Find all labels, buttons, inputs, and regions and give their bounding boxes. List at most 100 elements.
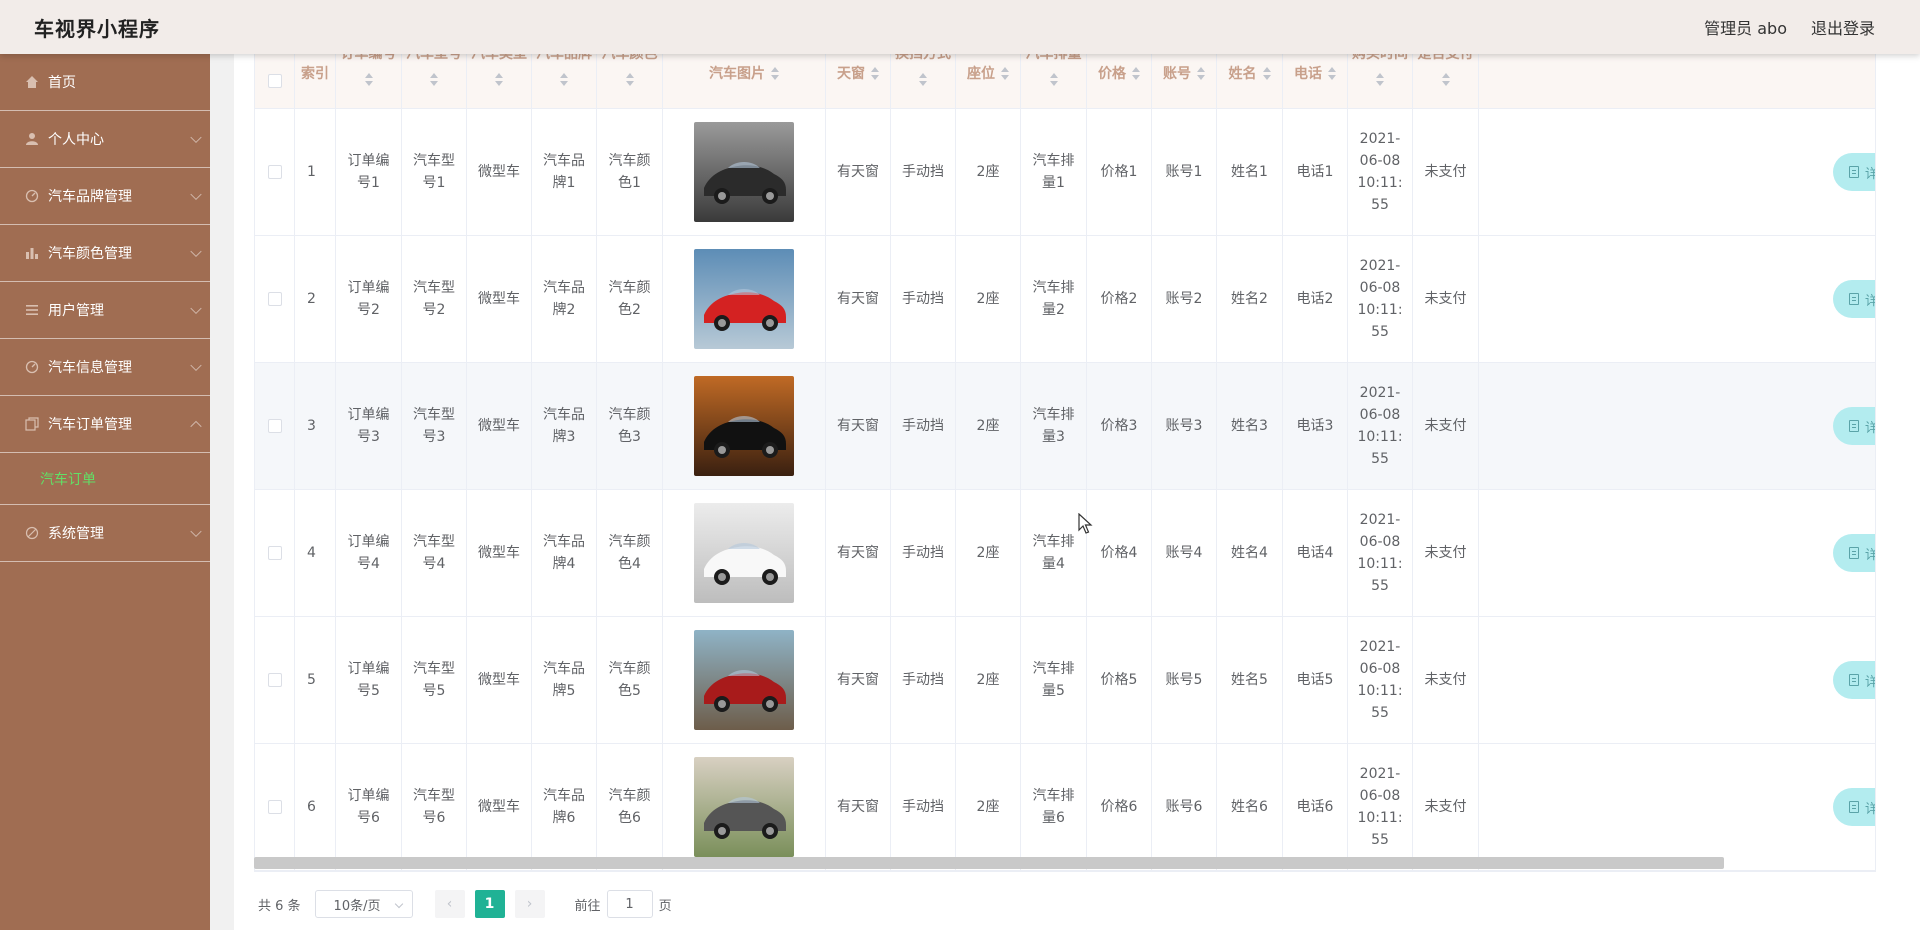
sidebar-item-7[interactable]: 系统管理 bbox=[0, 505, 210, 562]
sort-caret-icon[interactable] bbox=[1441, 73, 1450, 87]
table-cell: 4 bbox=[295, 490, 336, 616]
cell-text-sunroof: 有天窗 bbox=[837, 164, 879, 180]
sort-caret-icon[interactable] bbox=[1262, 67, 1271, 81]
row-checkbox[interactable] bbox=[267, 673, 282, 687]
column-header[interactable]: 汽车型号 bbox=[402, 54, 467, 108]
column-header-text: 价格 bbox=[1098, 66, 1126, 82]
next-page-button[interactable]: › bbox=[514, 890, 545, 918]
sidebar-item-5[interactable]: 汽车信息管理 bbox=[0, 339, 210, 396]
sort-caret-icon[interactable] bbox=[430, 73, 438, 87]
sort-caret-icon[interactable] bbox=[1328, 67, 1336, 81]
column-header[interactable]: 汽车图片 bbox=[663, 54, 826, 108]
document-icon bbox=[1849, 420, 1859, 432]
table-cell: 汽车颜色1 bbox=[597, 109, 663, 235]
cell-text-index: 1 bbox=[307, 164, 316, 180]
column-header[interactable]: 是否支付 bbox=[1413, 54, 1479, 108]
select-all-checkbox[interactable] bbox=[267, 74, 282, 88]
table-cell: 微型车 bbox=[467, 363, 532, 489]
column-header[interactable] bbox=[255, 54, 295, 108]
detail-button[interactable]: 详情 bbox=[1833, 788, 1875, 826]
horizontal-scrollbar[interactable] bbox=[254, 857, 1724, 869]
column-header[interactable]: 天窗 bbox=[826, 54, 891, 108]
table-cell: 电话6 bbox=[1283, 744, 1348, 870]
sidebar-item-0[interactable]: 首页 bbox=[0, 54, 210, 111]
page-number-button[interactable]: 1 bbox=[474, 890, 505, 918]
sidebar-item-label: 首页 bbox=[48, 75, 76, 91]
cell-text-type: 微型车 bbox=[478, 291, 520, 307]
sort-caret-icon[interactable] bbox=[871, 67, 879, 81]
admin-user-label[interactable]: 管理员 abo bbox=[1704, 15, 1787, 39]
row-checkbox[interactable] bbox=[267, 292, 282, 306]
sort-caret-icon[interactable] bbox=[1049, 73, 1058, 87]
detail-button-label: 详情 bbox=[1865, 798, 1875, 817]
table-cell: 汽车品牌1 bbox=[532, 109, 597, 235]
cell-text-paid: 未支付 bbox=[1424, 291, 1467, 307]
table-cell: 汽车型号6 bbox=[402, 744, 467, 870]
logout-link[interactable]: 退出登录 bbox=[1811, 15, 1875, 39]
table-row: 3 订单编号3 汽车型号3 微型车 汽车品牌3 汽车颜色3 有天窗 手动挡 2座 汽车排量3 价格3… bbox=[255, 363, 1875, 490]
column-header[interactable]: 购买时间 bbox=[1348, 54, 1413, 108]
column-header[interactable]: 汽车排量 bbox=[1021, 54, 1087, 108]
sort-caret-icon[interactable] bbox=[625, 73, 634, 87]
goto-page-input[interactable] bbox=[606, 890, 653, 918]
table-cell: 电话1 bbox=[1283, 109, 1348, 235]
cell-text-order_no: 订单编号6 bbox=[347, 788, 390, 826]
sort-caret-icon[interactable] bbox=[1001, 67, 1009, 81]
detail-button[interactable]: 详情 bbox=[1833, 280, 1875, 318]
cell-text-seats: 2座 bbox=[976, 545, 1000, 561]
sort-caret-icon[interactable] bbox=[364, 73, 373, 87]
row-checkbox[interactable] bbox=[267, 419, 282, 433]
table-cell: 未支付 bbox=[1413, 363, 1479, 489]
sidebar-item-4[interactable]: 用户管理 bbox=[0, 282, 210, 339]
page-size-value: 10条/页 bbox=[333, 898, 381, 914]
sidebar-item-1[interactable]: 个人中心 bbox=[0, 111, 210, 168]
column-header[interactable]: 价格 bbox=[1087, 54, 1152, 108]
pagination: 共 6 条 10条/页 ‹ 1 › 前往 页 bbox=[258, 884, 672, 924]
column-header-label: 姓名 bbox=[1217, 67, 1282, 81]
table-cell: 价格5 bbox=[1087, 617, 1152, 743]
cell-text-color: 汽车颜色3 bbox=[608, 407, 651, 445]
sidebar-item-6[interactable]: 汽车订单管理 bbox=[0, 396, 210, 453]
page-size-select[interactable]: 10条/页 bbox=[314, 890, 413, 918]
table-cell: 电话4 bbox=[1283, 490, 1348, 616]
sort-caret-icon[interactable] bbox=[495, 73, 503, 87]
detail-button[interactable]: 详情 bbox=[1833, 153, 1875, 191]
cell-text-model: 汽车型号5 bbox=[413, 661, 455, 699]
column-header[interactable]: 换挡方式 bbox=[891, 54, 956, 108]
column-header[interactable]: 汽车品牌 bbox=[532, 54, 597, 108]
row-checkbox[interactable] bbox=[267, 800, 282, 814]
table-cell: 价格6 bbox=[1087, 744, 1152, 870]
detail-button[interactable]: 详情 bbox=[1833, 534, 1875, 572]
sidebar-item-3[interactable]: 汽车颜色管理 bbox=[0, 225, 210, 282]
row-checkbox[interactable] bbox=[267, 546, 282, 560]
sidebar-item-2[interactable]: 汽车品牌管理 bbox=[0, 168, 210, 225]
prev-page-button[interactable]: ‹ bbox=[434, 890, 465, 918]
table-cell: 汽车颜色5 bbox=[597, 617, 663, 743]
cell-text-account: 账号3 bbox=[1165, 418, 1203, 434]
total-count: 共 6 条 bbox=[258, 898, 301, 914]
cell-text-model: 汽车型号2 bbox=[413, 280, 455, 318]
submenu-item-car-orders[interactable]: 汽车订单 bbox=[0, 453, 210, 505]
cell-text-displacement: 汽车排量5 bbox=[1032, 661, 1075, 699]
sort-caret-icon[interactable] bbox=[1197, 67, 1205, 81]
table-cell: 2座 bbox=[956, 109, 1021, 235]
column-header[interactable]: 汽车颜色 bbox=[597, 54, 663, 108]
column-header[interactable]: 电话 bbox=[1283, 54, 1348, 108]
cell-text-seats: 2座 bbox=[976, 164, 1000, 180]
table-cell: 姓名5 bbox=[1217, 617, 1283, 743]
sort-caret-icon[interactable] bbox=[919, 73, 927, 87]
sort-caret-icon[interactable] bbox=[1132, 67, 1140, 81]
table-cell: 汽车排量4 bbox=[1021, 490, 1087, 616]
sort-caret-icon[interactable] bbox=[1376, 73, 1384, 87]
column-header[interactable]: 汽车类型 bbox=[467, 54, 532, 108]
column-header[interactable]: 姓名 bbox=[1217, 54, 1283, 108]
detail-button[interactable]: 详情 bbox=[1833, 661, 1875, 699]
sort-caret-icon[interactable] bbox=[771, 67, 779, 81]
row-checkbox[interactable] bbox=[267, 165, 282, 179]
cell-text-displacement: 汽车排量2 bbox=[1032, 280, 1075, 318]
sort-caret-icon[interactable] bbox=[560, 73, 568, 87]
column-header[interactable]: 订单编号 bbox=[336, 54, 402, 108]
column-header[interactable]: 账号 bbox=[1152, 54, 1217, 108]
column-header[interactable]: 座位 bbox=[956, 54, 1021, 108]
detail-button[interactable]: 详情 bbox=[1833, 407, 1875, 445]
